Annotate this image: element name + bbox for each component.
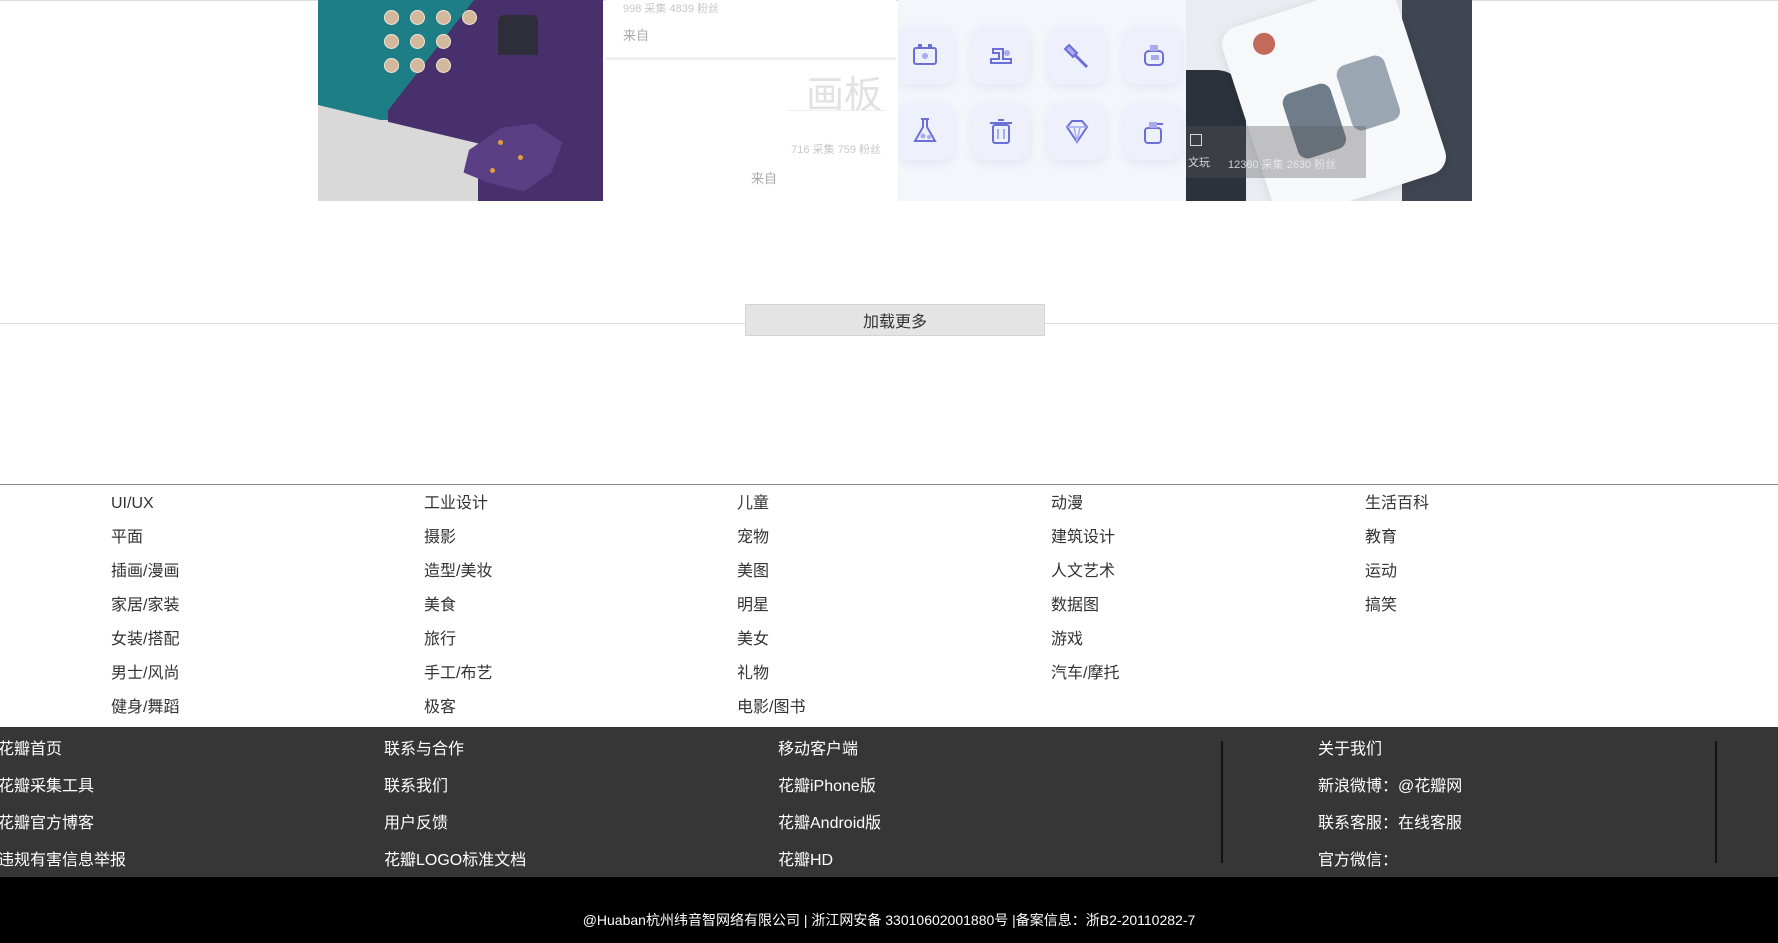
category-link[interactable]: 儿童 xyxy=(737,492,805,526)
avatar xyxy=(1250,29,1278,58)
category-divider xyxy=(0,484,1778,485)
diamond-icon xyxy=(1048,102,1106,160)
board-placeholder-line xyxy=(786,110,886,111)
footer-link[interactable]: 新浪微博：@花瓣网 xyxy=(1318,772,1462,809)
pin-card-mockup[interactable]: 文玩 12360 采集 2630 粉丝 xyxy=(1186,0,1472,201)
category-link[interactable]: 明星 xyxy=(737,594,805,628)
footer-link[interactable]: 花瓣官方博客 xyxy=(0,809,126,846)
trash-can-icon xyxy=(972,102,1030,160)
category-link[interactable]: 工业设计 xyxy=(424,492,492,526)
board-meta-stats: 716 采集 759 粉丝 xyxy=(791,144,881,156)
category-link[interactable]: 健身/舞蹈 xyxy=(111,696,179,730)
category-link[interactable]: 搞笑 xyxy=(1365,594,1429,628)
footer-link[interactable]: 用户反馈 xyxy=(384,809,526,846)
category-link[interactable]: 宠物 xyxy=(737,526,805,560)
poster-avatar-row xyxy=(384,58,451,73)
load-more-button[interactable]: 加载更多 xyxy=(745,304,1045,336)
board-from-label[interactable]: 来自 xyxy=(751,168,777,187)
poster-person-image xyxy=(498,15,538,55)
category-link[interactable]: 男士/风尚 xyxy=(111,662,179,696)
pin-card-poster[interactable] xyxy=(318,0,603,201)
battery-icon xyxy=(898,26,954,84)
category-link[interactable]: 游戏 xyxy=(1051,628,1119,662)
pin-card-board[interactable]: 998 采集 4839 粉丝 来自 画板 716 采集 759 粉丝 来自 xyxy=(606,0,896,201)
pin-grid: 998 采集 4839 粉丝 来自 画板 716 采集 759 粉丝 来自 文玩… xyxy=(318,0,1472,201)
footer-link[interactable]: 花瓣iPhone版 xyxy=(778,772,881,809)
perfume-icon xyxy=(1124,26,1182,84)
category-link[interactable]: 运动 xyxy=(1365,560,1429,594)
category-column-2: 工业设计 摄影 造型/美妆 美食 旅行 手工/布艺 极客 xyxy=(424,492,492,730)
category-link[interactable]: 平面 xyxy=(111,526,179,560)
footer-link[interactable]: 移动客户端 xyxy=(778,735,881,772)
category-link[interactable]: 家居/家装 xyxy=(111,594,179,628)
poster-avatar-row xyxy=(384,10,477,25)
site-footer: 花瓣首页 花瓣采集工具 花瓣官方博客 违规有害信息举报 联系与合作 联系我们 用户反馈 花瓣… xyxy=(0,727,1778,877)
footer-divider xyxy=(1715,741,1717,863)
board-from-label[interactable]: 来自 xyxy=(623,25,649,44)
collect-icon[interactable] xyxy=(1190,134,1202,146)
category-link[interactable]: 美女 xyxy=(737,628,805,662)
overlay-stats: 12360 采集 2630 粉丝 xyxy=(1228,159,1337,171)
footer-column-3: 移动客户端 花瓣iPhone版 花瓣Android版 花瓣HD xyxy=(778,735,881,883)
footer-link[interactable]: 花瓣Android版 xyxy=(778,809,881,846)
footer-link[interactable]: 关于我们 xyxy=(1318,735,1462,772)
flask-icon xyxy=(898,102,954,160)
pin-hover-overlay: 文玩 12360 采集 2630 粉丝 xyxy=(1186,126,1366,178)
category-link[interactable]: 摄影 xyxy=(424,526,492,560)
poster-avatar-row xyxy=(384,34,451,49)
copyright-text: @Huaban杭州纬音智网络有限公司 | 浙江网安备 3301060200188… xyxy=(582,912,1196,928)
category-link[interactable]: 插画/漫画 xyxy=(111,560,179,594)
category-link[interactable]: 极客 xyxy=(424,696,492,730)
board-divider xyxy=(606,57,896,60)
category-link[interactable]: 美食 xyxy=(424,594,492,628)
poster-map-dot xyxy=(518,155,523,160)
category-column-1: UI/UX 平面 插画/漫画 家居/家装 女装/搭配 男士/风尚 健身/舞蹈 xyxy=(111,492,179,730)
category-link[interactable]: 人文艺术 xyxy=(1051,560,1119,594)
category-link[interactable]: 数据图 xyxy=(1051,594,1119,628)
category-link[interactable]: 造型/美妆 xyxy=(424,560,492,594)
category-link[interactable]: 建筑设计 xyxy=(1051,526,1119,560)
category-link[interactable]: 旅行 xyxy=(424,628,492,662)
copyright-bar: @Huaban杭州纬音智网络有限公司 | 浙江网安备 3301060200188… xyxy=(0,877,1778,943)
footer-link[interactable]: 花瓣首页 xyxy=(0,735,126,772)
poster-map-dot xyxy=(498,140,503,145)
footer-column-1: 花瓣首页 花瓣采集工具 花瓣官方博客 违规有害信息举报 xyxy=(0,735,126,883)
overlay-label: 文玩 xyxy=(1188,157,1210,169)
category-link[interactable]: UI/UX xyxy=(111,492,179,526)
pin-card-icons[interactable] xyxy=(898,0,1186,201)
board-meta-stats: 998 采集 4839 粉丝 xyxy=(623,3,719,15)
sewing-machine-icon xyxy=(972,26,1030,84)
footer-link[interactable]: 联系客服：在线客服 xyxy=(1318,809,1462,846)
spray-bottle-icon xyxy=(1124,102,1182,160)
category-column-3: 儿童 宠物 美图 明星 美女 礼物 电影/图书 xyxy=(737,492,805,730)
footer-divider xyxy=(1221,741,1223,863)
footer-column-4: 关于我们 新浪微博：@花瓣网 联系客服：在线客服 官方微信： xyxy=(1318,735,1462,883)
footer-column-2: 联系与合作 联系我们 用户反馈 花瓣LOGO标准文档 xyxy=(384,735,526,883)
category-link[interactable]: 动漫 xyxy=(1051,492,1119,526)
poster-map-dot xyxy=(490,168,495,173)
category-link[interactable]: 手工/布艺 xyxy=(424,662,492,696)
mockup-photo xyxy=(1334,52,1403,134)
footer-link[interactable]: 花瓣采集工具 xyxy=(0,772,126,809)
category-column-5: 生活百科 教育 运动 搞笑 xyxy=(1365,492,1429,628)
category-link[interactable]: 美图 xyxy=(737,560,805,594)
category-link[interactable]: 生活百科 xyxy=(1365,492,1429,526)
category-link[interactable]: 礼物 xyxy=(737,662,805,696)
category-link[interactable]: 女装/搭配 xyxy=(111,628,179,662)
footer-link[interactable]: 联系我们 xyxy=(384,772,526,809)
category-column-4: 动漫 建筑设计 人文艺术 数据图 游戏 汽车/摩托 xyxy=(1051,492,1119,696)
category-link[interactable]: 教育 xyxy=(1365,526,1429,560)
category-link[interactable]: 电影/图书 xyxy=(737,696,805,730)
category-link[interactable]: 汽车/摩托 xyxy=(1051,662,1119,696)
footer-link[interactable]: 联系与合作 xyxy=(384,735,526,772)
brush-icon xyxy=(1048,26,1106,84)
